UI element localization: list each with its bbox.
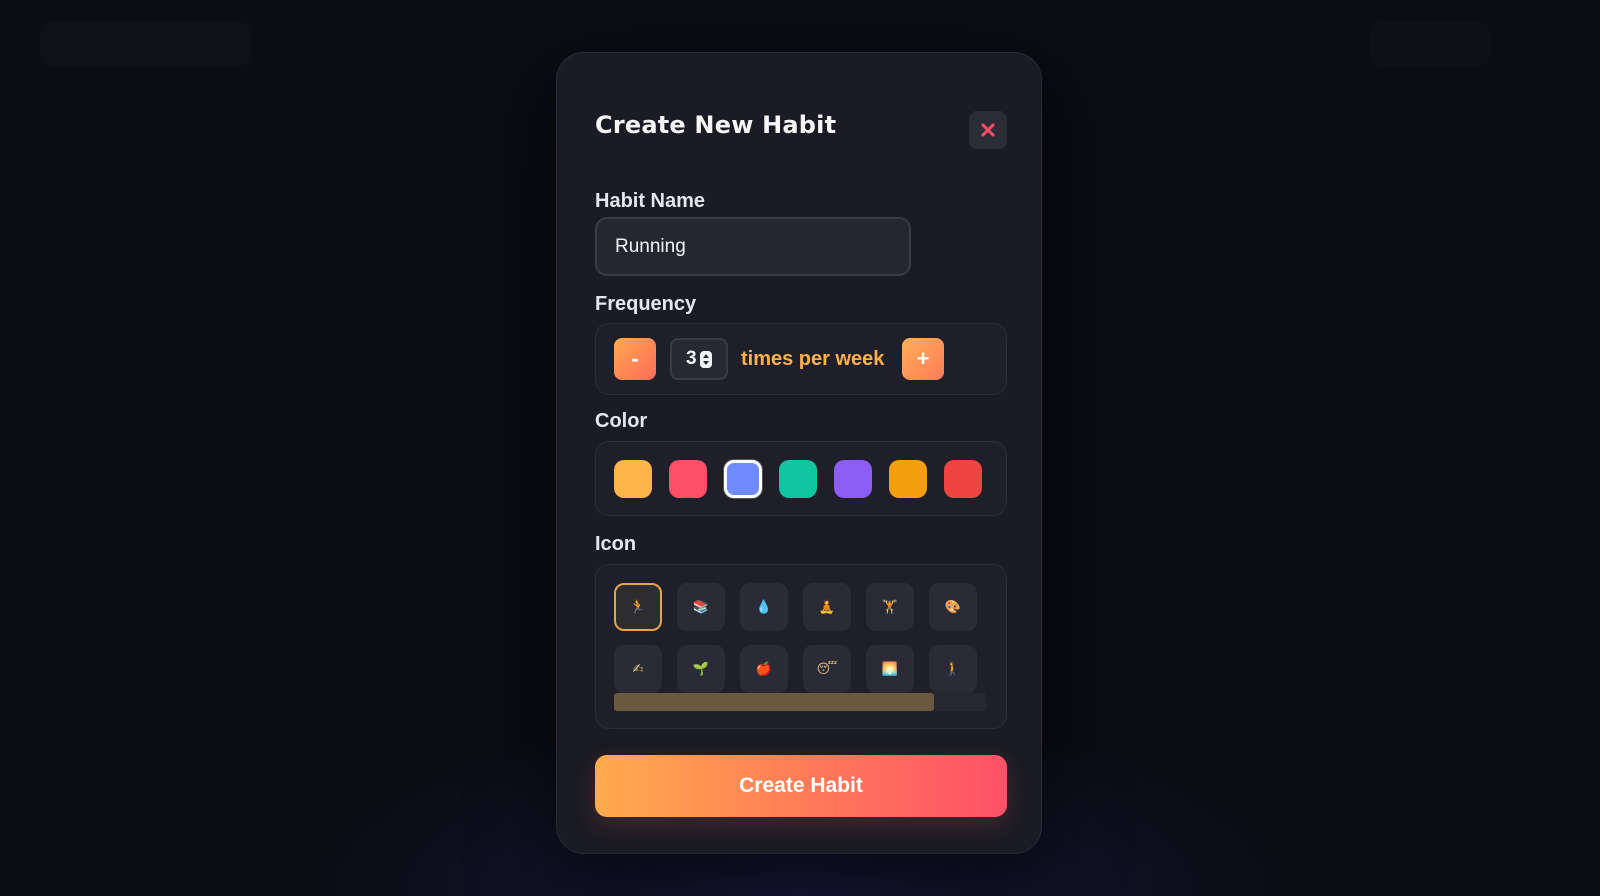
color-swatch[interactable] (834, 460, 872, 498)
water-drop-icon: 💧 (755, 599, 773, 615)
background-header-right (1370, 22, 1490, 66)
meditation-icon: 🧘 (818, 599, 836, 615)
icon-option[interactable]: 🌱 (677, 645, 725, 693)
icon-option[interactable]: 🌅 (866, 645, 914, 693)
icon-option[interactable]: 🎨 (929, 583, 977, 631)
habit-name-label: Habit Name (595, 190, 706, 212)
frequency-panel: - 3 times per week + (595, 323, 1007, 395)
running-icon: 🏃 (629, 599, 647, 615)
icon-option[interactable]: 🏃 (614, 583, 662, 631)
number-spinner-icon[interactable] (700, 351, 712, 368)
icon-scrollbar-thumb[interactable] (614, 693, 934, 711)
frequency-decrement-button[interactable]: - (614, 338, 656, 380)
color-label: Color (595, 410, 648, 432)
icon-option[interactable]: 📚 (677, 583, 725, 631)
modal-title: Create New Habit (595, 111, 837, 139)
weightlifting-icon: 🏋 (881, 599, 899, 615)
color-swatch[interactable] (889, 460, 927, 498)
apple-icon: 🍎 (755, 661, 773, 677)
icon-option[interactable]: 😴 (803, 645, 851, 693)
writing-icon: ✍ (632, 661, 644, 677)
close-button[interactable] (969, 111, 1007, 149)
habit-name-input[interactable] (595, 217, 911, 276)
icon-scrollbar[interactable] (614, 693, 986, 711)
close-icon (981, 123, 995, 137)
color-panel (595, 441, 1007, 516)
icon-option[interactable]: 🏋 (866, 583, 914, 631)
color-swatch[interactable] (669, 460, 707, 498)
seedling-icon: 🌱 (692, 661, 710, 677)
create-habit-button[interactable]: Create Habit (595, 755, 1007, 817)
sleep-icon: 😴 (816, 661, 838, 677)
create-habit-modal: Create New Habit Habit Name Frequency - … (556, 52, 1042, 854)
icon-option[interactable]: ✍ (614, 645, 662, 693)
sunrise-icon: 🌅 (881, 661, 899, 677)
books-icon: 📚 (692, 599, 710, 615)
icon-option[interactable]: 🧘 (803, 583, 851, 631)
icon-option[interactable]: 💧 (740, 583, 788, 631)
frequency-value: 3 (686, 348, 697, 369)
frequency-increment-button[interactable]: + (902, 338, 944, 380)
background-header-left (40, 22, 250, 66)
frequency-unit-text: times per week (741, 348, 885, 370)
icon-panel: 🏃 📚 💧 🧘 🏋 🎨 ✍ 🌱 🍎 😴 🌅 🚶 (595, 564, 1007, 729)
frequency-number-input[interactable]: 3 (670, 338, 728, 380)
icon-label: Icon (595, 533, 637, 555)
color-swatch[interactable] (724, 460, 762, 498)
color-swatch[interactable] (944, 460, 982, 498)
frequency-label: Frequency (595, 293, 697, 315)
icon-option[interactable]: 🍎 (740, 645, 788, 693)
palette-icon: 🎨 (944, 599, 962, 615)
color-swatch[interactable] (614, 460, 652, 498)
color-swatch[interactable] (779, 460, 817, 498)
icon-option[interactable]: 🚶 (929, 645, 977, 693)
walking-icon: 🚶 (944, 661, 962, 677)
